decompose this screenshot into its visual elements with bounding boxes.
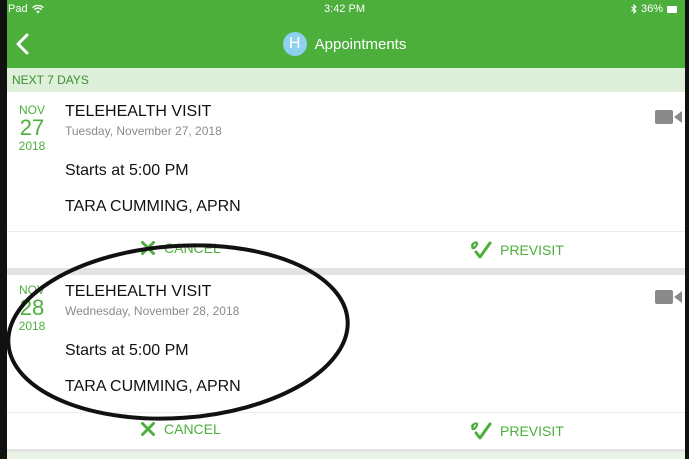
device-frame-left	[0, 0, 7, 459]
appointment-card[interactable]: NOV 27 2018 TELEHEALTH VISIT Tuesday, No…	[0, 95, 689, 268]
nav-bar: H Appointments	[0, 20, 689, 68]
appointment-provider: TARA CUMMING, APRN	[65, 198, 241, 215]
appointment-card[interactable]: NOV 28 2018 TELEHEALTH VISIT Wednesday, …	[0, 275, 689, 449]
previsit-button[interactable]: PREVISIT	[470, 421, 564, 441]
page-title: Appointments	[314, 35, 407, 53]
cancel-label: CANCEL	[164, 421, 221, 437]
date-badge: NOV 27 2018	[10, 103, 54, 153]
appointment-actions: CANCEL PREVISIT	[0, 412, 689, 449]
battery-percent: 36%	[640, 3, 663, 15]
status-right: 36%	[631, 3, 677, 15]
close-icon	[141, 241, 155, 255]
battery-icon	[667, 5, 677, 13]
date-badge: NOV 28 2018	[10, 283, 54, 333]
next-section-strip	[0, 452, 689, 459]
appointment-time: Starts at 5:00 PM	[65, 162, 189, 179]
appointment-provider: TARA CUMMING, APRN	[65, 378, 241, 395]
nav-title-group: H Appointments	[0, 32, 689, 56]
echeck-icon	[470, 422, 492, 440]
date-year: 2018	[18, 319, 46, 333]
status-bar: Pad 3:42 PM 36%	[0, 0, 689, 20]
appointment-title: TELEHEALTH VISIT	[65, 283, 212, 300]
cancel-button[interactable]: CANCEL	[140, 240, 221, 256]
card-divider	[0, 268, 689, 275]
appointment-date: Wednesday, November 28, 2018	[65, 304, 240, 318]
status-time: 3:42 PM	[324, 3, 365, 15]
appointment-title: TELEHEALTH VISIT	[65, 103, 212, 120]
previsit-label: PREVISIT	[500, 423, 564, 439]
cancel-button[interactable]: CANCEL	[140, 421, 221, 437]
bluetooth-icon	[631, 4, 637, 14]
appointment-time: Starts at 5:00 PM	[65, 342, 189, 359]
date-day: 27	[19, 115, 45, 140]
date-day: 28	[19, 295, 45, 320]
date-year: 2018	[18, 139, 46, 153]
cancel-label: CANCEL	[164, 240, 221, 256]
app-avatar-icon: H	[282, 32, 307, 56]
video-camera-icon	[655, 290, 682, 304]
previsit-label: PREVISIT	[500, 242, 564, 258]
previsit-button[interactable]: PREVISIT	[470, 240, 564, 260]
echeck-icon	[470, 241, 492, 259]
appointment-date: Tuesday, November 27, 2018	[65, 124, 222, 138]
close-icon	[141, 422, 155, 436]
section-header: NEXT 7 DAYS	[0, 68, 689, 92]
video-camera-icon	[655, 110, 682, 124]
device-frame-right	[685, 0, 689, 459]
appointment-actions: CANCEL PREVISIT	[0, 231, 689, 268]
